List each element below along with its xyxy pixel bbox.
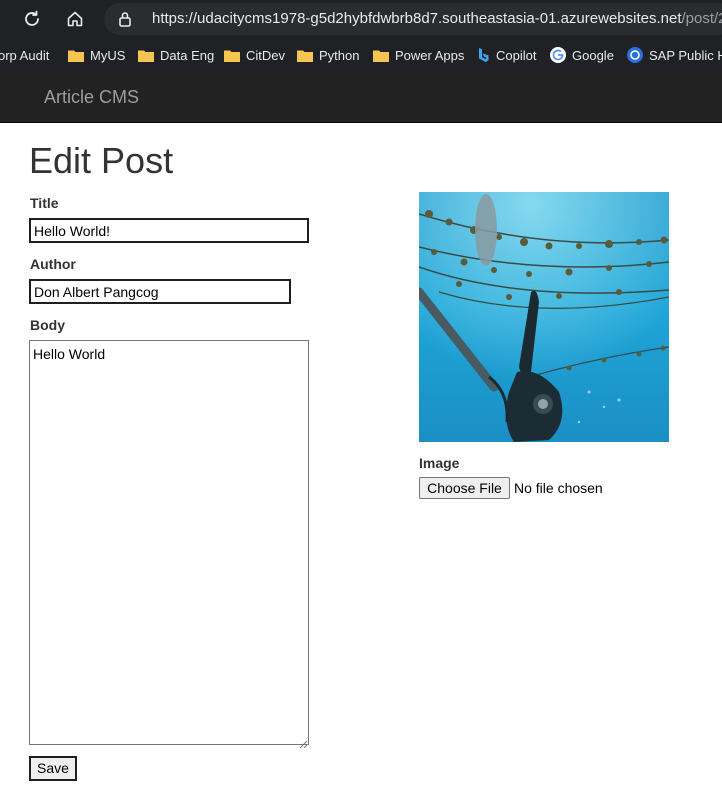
folder-icon <box>68 50 84 62</box>
page-title: Edit Post <box>29 140 174 181</box>
lock-icon[interactable] <box>118 11 132 32</box>
folder-icon <box>138 50 154 62</box>
bookmark-data-eng[interactable]: Data Eng <box>138 46 214 64</box>
bookmark-citdev[interactable]: CitDev <box>224 46 285 64</box>
address-bar[interactable]: https://udacitycms1978-g5d2hybfdwbrb8d7.… <box>104 3 722 35</box>
resize-handle-icon[interactable] <box>299 735 308 753</box>
bookmark-google[interactable]: Google <box>550 46 614 64</box>
bookmark-myus[interactable]: MyUS <box>68 46 125 64</box>
app-navbar: Article CMS <box>0 70 722 123</box>
title-label: Title <box>30 195 59 211</box>
bookmarks-bar: orp Audit MyUS Data Eng CitDev Python Po… <box>0 38 722 70</box>
author-input[interactable] <box>29 279 291 304</box>
author-label: Author <box>30 256 76 272</box>
bookmark-python[interactable]: Python <box>297 46 359 64</box>
file-status-text: No file chosen <box>514 480 603 496</box>
bookmark-power-apps[interactable]: Power Apps <box>373 46 464 64</box>
home-icon[interactable] <box>63 7 87 31</box>
post-image <box>419 192 669 442</box>
bookmark-sap-public[interactable]: SAP Public Ho <box>627 46 722 64</box>
google-icon <box>550 47 566 63</box>
url-host: https://udacitycms1978-g5d2hybfdwbrb8d7.… <box>152 10 682 27</box>
image-label: Image <box>419 455 460 471</box>
save-button[interactable]: Save <box>29 756 77 781</box>
folder-icon <box>297 50 313 62</box>
bookmark-corp-audit[interactable]: orp Audit <box>0 46 49 64</box>
bookmark-copilot[interactable]: Copilot <box>476 46 536 64</box>
reload-icon[interactable] <box>20 7 44 31</box>
url-text: https://udacitycms1978-g5d2hybfdwbrb8d7.… <box>152 10 722 27</box>
choose-file-button[interactable]: Choose File <box>419 477 510 499</box>
browser-toolbar: https://udacitycms1978-g5d2hybfdwbrb8d7.… <box>0 0 722 38</box>
sap-icon <box>627 47 643 63</box>
folder-icon <box>373 50 389 62</box>
body-textarea[interactable]: Hello World <box>29 340 309 745</box>
copilot-icon <box>479 48 489 62</box>
navbar-brand[interactable]: Article CMS <box>44 87 139 108</box>
folder-icon <box>224 50 240 62</box>
url-path: /post/2 <box>681 10 722 27</box>
body-label: Body <box>30 317 65 333</box>
title-input[interactable] <box>29 218 309 243</box>
browser-chrome: https://udacitycms1978-g5d2hybfdwbrb8d7.… <box>0 0 722 70</box>
